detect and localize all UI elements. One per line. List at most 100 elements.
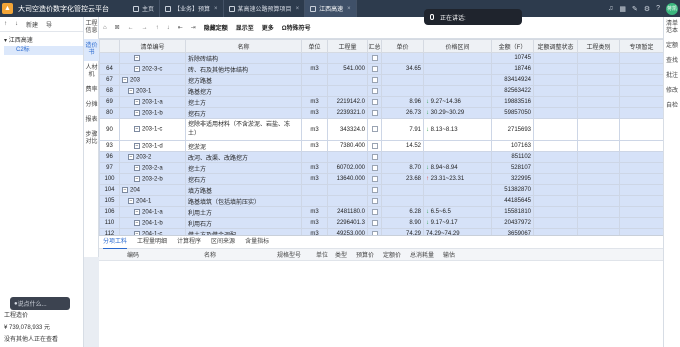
item-name[interactable]: 利用土方 xyxy=(185,206,302,218)
summary-checkbox[interactable] xyxy=(371,126,378,133)
item-name[interactable]: 挖除非适用材料（不含淤泥、岩盐、冻土） xyxy=(185,118,302,141)
item-name[interactable]: 路基挖方 xyxy=(185,85,302,97)
unit-price[interactable]: 34.65 xyxy=(381,63,424,75)
item-quantity[interactable]: 343324.0 xyxy=(327,118,368,141)
forward-icon[interactable]: → xyxy=(142,25,148,31)
item-name[interactable]: 挖土方 xyxy=(185,96,302,108)
item-unit[interactable]: m3 xyxy=(301,118,328,141)
summary-checkbox[interactable] xyxy=(371,175,378,182)
unit-price[interactable]: 8.96 xyxy=(381,96,424,108)
item-unit[interactable]: m3 xyxy=(301,206,328,218)
item-unit[interactable] xyxy=(301,184,328,196)
item-unit[interactable]: m3 xyxy=(301,162,328,174)
column-header[interactable] xyxy=(99,39,120,53)
show-to-dropdown[interactable]: 显示至 xyxy=(236,23,254,32)
item-unit[interactable] xyxy=(301,151,328,163)
list-code-cell[interactable]: − xyxy=(119,52,186,64)
item-unit[interactable]: m3 xyxy=(301,96,328,108)
table-row[interactable]: 106−204-1-a 利用土方 m3 2481180.0 6.28 ↓ 6.5~6.5 1… xyxy=(99,206,663,218)
list-code-cell[interactable]: −204-1-b xyxy=(119,217,186,229)
delete-icon[interactable]: ⊠ xyxy=(115,24,120,31)
unit-price[interactable]: 14.52 xyxy=(381,140,424,152)
tab-content-index[interactable]: 含量指标 xyxy=(245,236,269,249)
project-category[interactable] xyxy=(577,151,620,163)
table-row[interactable]: 105−204-1 路基填筑（包括填前压实） 44185645 xyxy=(99,195,663,207)
column-header[interactable]: 工程量 xyxy=(327,39,368,53)
item-quantity[interactable]: 60702.000 xyxy=(327,162,368,174)
item-quantity[interactable] xyxy=(327,151,368,163)
hide-quota-button[interactable]: 隐藏定额 xyxy=(204,23,228,32)
tab-range-source[interactable]: 区间来源 xyxy=(211,236,235,249)
table-row[interactable]: 68−203-1 路基挖方 82563422 xyxy=(99,85,663,97)
item-unit[interactable] xyxy=(301,85,328,97)
special-provisional[interactable] xyxy=(619,162,663,174)
summary-checkbox[interactable] xyxy=(371,186,378,193)
item-quantity[interactable] xyxy=(327,74,368,86)
collapse-icon[interactable]: − xyxy=(134,219,140,226)
column-header[interactable]: 单位 xyxy=(301,39,328,53)
table-row[interactable]: 93−203-1-d 挖淤泥 m3 7380.400 14.52 107163 xyxy=(99,140,663,152)
rp-annotation[interactable]: 批注 xyxy=(664,69,680,84)
collapse-icon[interactable]: − xyxy=(134,175,140,182)
collapse-icon[interactable]: − xyxy=(134,164,140,171)
vtab-cost-book[interactable]: 造价书 xyxy=(84,39,99,61)
indent-icon[interactable]: ⇤ xyxy=(178,24,183,31)
rp-find[interactable]: 查找 xyxy=(664,54,680,69)
summary-checkbox[interactable] xyxy=(371,208,378,215)
back-icon[interactable]: ← xyxy=(128,25,134,31)
quota-status[interactable] xyxy=(533,151,578,163)
quota-status[interactable] xyxy=(533,96,578,108)
quota-status[interactable] xyxy=(533,63,578,75)
help-icon[interactable]: ? xyxy=(656,5,660,12)
special-provisional[interactable] xyxy=(619,96,663,108)
quota-status[interactable] xyxy=(533,52,578,64)
project-category[interactable] xyxy=(577,52,620,64)
tree-root-item[interactable]: ▾ 江西高速 xyxy=(0,32,83,44)
table-row[interactable]: 90−203-1-c 挖除非适用材料（不含淤泥、岩盐、冻土） m3 343324.0 7… xyxy=(99,118,663,141)
table-row[interactable]: 96−203-2 改河、改渠、改路挖方 851102 xyxy=(99,151,663,163)
quota-status[interactable] xyxy=(533,195,578,207)
table-row[interactable]: 67−203 挖方路基 83414924 xyxy=(99,74,663,86)
tab-project[interactable]: 某高速公路预算项目 × xyxy=(224,0,306,17)
item-quantity[interactable]: 541.000 xyxy=(327,63,368,75)
collapse-icon[interactable]: − xyxy=(122,76,128,83)
special-provisional[interactable] xyxy=(619,74,663,86)
item-name[interactable]: 拆除砖结构 xyxy=(185,52,302,64)
item-unit[interactable] xyxy=(301,195,328,207)
special-symbol-button[interactable]: Ω特殊符号 xyxy=(282,23,311,32)
rp-quota[interactable]: 定额 xyxy=(664,39,680,54)
item-name[interactable]: 挖方路基 xyxy=(185,74,302,86)
project-category[interactable] xyxy=(577,140,620,152)
tab-quantity-detail[interactable]: 工程量明细 xyxy=(137,236,167,249)
quota-status[interactable] xyxy=(533,118,578,141)
item-name[interactable]: 填方路基 xyxy=(185,184,302,196)
column-header[interactable]: 专项暂定 xyxy=(619,39,663,53)
table-row[interactable]: 100−203-2-b 挖石方 m3 13640.000 23.68 ↑ 23.31~23… xyxy=(99,173,663,185)
column-header[interactable]: 金额（F） xyxy=(491,39,534,53)
list-code-cell[interactable]: −203-1 xyxy=(119,85,186,97)
list-code-cell[interactable]: −203-2-b xyxy=(119,173,186,185)
import-button[interactable]: 导 xyxy=(46,20,52,29)
vtab-report[interactable]: 报表 xyxy=(84,113,99,128)
project-category[interactable] xyxy=(577,107,620,119)
list-code-cell[interactable]: −203 xyxy=(119,74,186,86)
unit-price[interactable]: 26.73 xyxy=(381,107,424,119)
unit-price[interactable] xyxy=(381,74,424,86)
item-unit[interactable]: m3 xyxy=(301,217,328,229)
quota-status[interactable] xyxy=(533,74,578,86)
list-code-cell[interactable]: −202-3-c xyxy=(119,63,186,75)
summary-checkbox[interactable] xyxy=(371,142,378,149)
item-quantity[interactable] xyxy=(327,195,368,207)
column-header[interactable]: 单价 xyxy=(381,39,424,53)
collapse-icon[interactable]: − xyxy=(134,208,140,215)
special-provisional[interactable] xyxy=(619,52,663,64)
list-code-cell[interactable]: −203-1-b xyxy=(119,107,186,119)
project-category[interactable] xyxy=(577,184,620,196)
column-header[interactable]: 价格区间 xyxy=(423,39,492,53)
rp-list-template[interactable]: 清单范本 xyxy=(664,17,680,39)
quota-status[interactable] xyxy=(533,217,578,229)
voice-input[interactable]: ● 说点什么... xyxy=(10,297,70,310)
up-icon[interactable]: ↑ xyxy=(156,25,159,31)
special-provisional[interactable] xyxy=(619,107,663,119)
item-unit[interactable]: m3 xyxy=(301,140,328,152)
